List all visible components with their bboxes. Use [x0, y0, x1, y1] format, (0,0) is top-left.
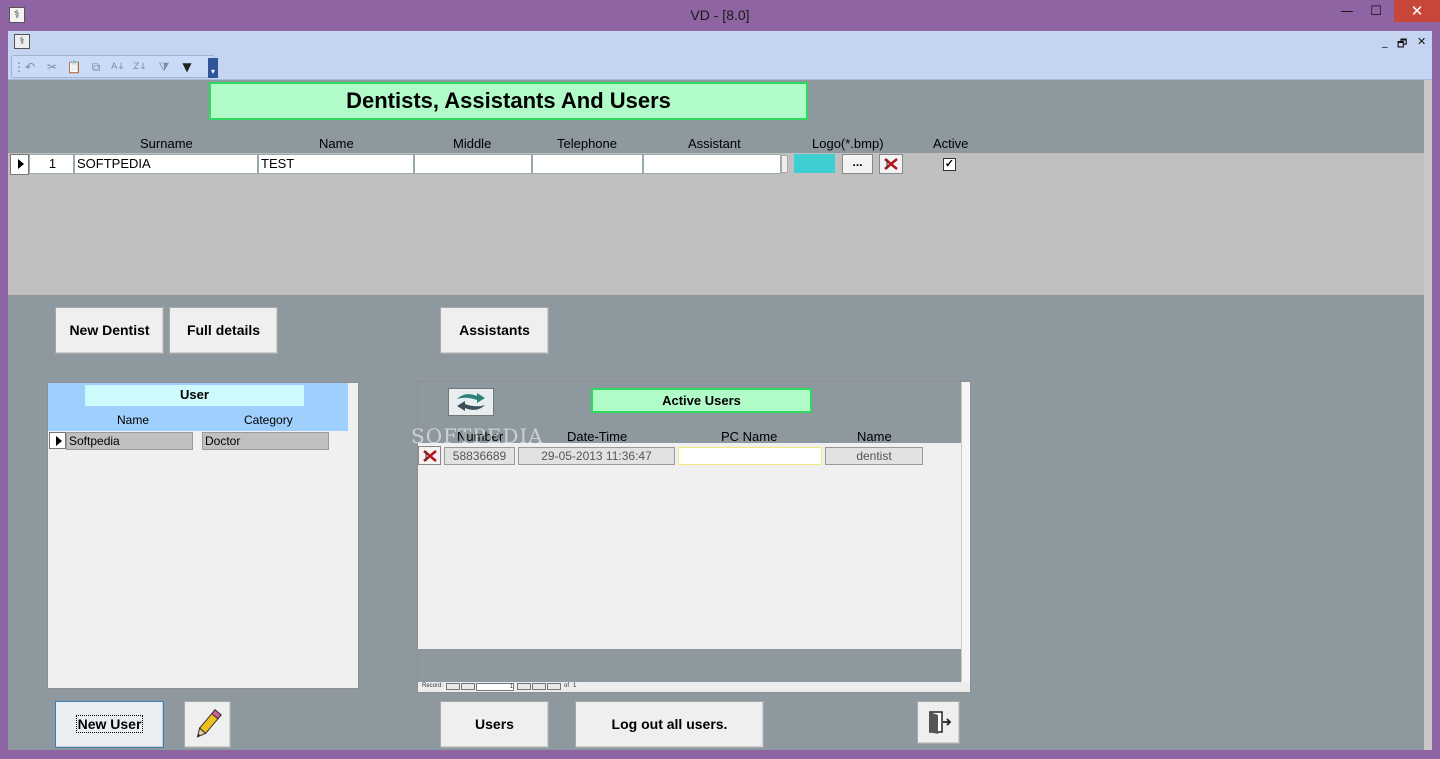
active-users-title: Active Users	[591, 388, 812, 413]
record-of-label: of	[564, 683, 570, 689]
user-column-category: Category	[244, 413, 293, 427]
column-header-telephone: Telephone	[557, 136, 617, 151]
pencil-icon	[196, 709, 222, 738]
new-dentist-button[interactable]: New Dentist	[55, 307, 164, 354]
user-row-selector[interactable]	[49, 432, 66, 449]
telephone-field[interactable]	[532, 154, 643, 174]
column-header-assistant: Assistant	[688, 136, 741, 151]
previous-record-button[interactable]	[461, 683, 475, 690]
user-column-name: Name	[117, 413, 150, 427]
refresh-icon	[457, 393, 485, 411]
mdi-minimize-button[interactable]: _	[1382, 35, 1388, 48]
assistants-button[interactable]: Assistants	[440, 307, 549, 354]
column-header-middle: Middle	[453, 136, 492, 151]
next-record-button[interactable]	[517, 683, 531, 690]
logo-browse-button[interactable]: ...	[842, 154, 873, 174]
surname-field[interactable]: SOFTPEDIA	[74, 154, 258, 174]
undo-icon[interactable]: ↶	[21, 59, 39, 75]
logo-preview	[794, 154, 835, 173]
window-title: VD - [8.0]	[690, 7, 750, 23]
paste-icon[interactable]: 📋	[65, 59, 83, 75]
active-users-scrollbar[interactable]	[961, 382, 970, 682]
filter-icon[interactable]: ▼	[178, 59, 196, 75]
copy-icon[interactable]: ⧉	[87, 59, 105, 75]
full-details-button[interactable]: Full details	[169, 307, 278, 354]
active-users-column-datetime: Date-Time	[567, 429, 628, 444]
logout-all-button[interactable]: Log out all users.	[575, 701, 764, 748]
user-subform-title: User	[85, 385, 304, 406]
window-bottom-border	[0, 750, 1440, 759]
column-header-active: Active	[933, 136, 969, 151]
filter-clear-icon[interactable]: ⧩	[155, 59, 173, 75]
last-record-button[interactable]	[532, 683, 546, 690]
record-navigator: Record: 1 of 1	[418, 682, 970, 692]
name-field[interactable]: TEST	[258, 154, 414, 174]
active-checkbox[interactable]: ✓	[943, 158, 956, 171]
form-title: Dentists, Assistants And Users	[209, 82, 808, 120]
current-record-field[interactable]: 1	[476, 683, 514, 691]
row-index: 1	[29, 154, 74, 174]
logo-clear-button[interactable]	[879, 154, 903, 174]
new-record-button[interactable]	[547, 683, 561, 690]
active-users-column-pcname: PC Name	[721, 429, 778, 444]
current-row-arrow-icon	[56, 436, 62, 446]
assistant-dropdown-scroll[interactable]	[781, 155, 788, 173]
user-name-cell[interactable]: Softpedia	[66, 432, 193, 450]
column-header-surname: Surname	[140, 136, 193, 151]
column-header-name: Name	[319, 136, 354, 151]
dentists-grid	[8, 153, 1424, 295]
user-category-cell[interactable]: Doctor	[202, 432, 329, 450]
mdi-restore-button[interactable]: 🗗	[1397, 35, 1407, 54]
edit-user-button[interactable]	[184, 701, 231, 748]
watermark: SOFTPEDIA	[411, 424, 544, 448]
row-selector[interactable]	[10, 154, 29, 175]
active-users-column-name: Name	[857, 429, 892, 444]
mdi-header: ⚕ _ 🗗 ✕ ⋮ ↶ ✂ 📋 ⧉ A↓ Z↓ ⧩ ▼ ▾	[8, 31, 1432, 80]
maximize-button[interactable]: ☐	[1362, 2, 1390, 22]
column-header-logo: Logo(*.bmp)	[812, 136, 884, 151]
new-user-button[interactable]: New User	[55, 701, 164, 748]
active-user-name: dentist	[825, 447, 923, 465]
active-user-datetime: 29-05-2013 11:36:47	[518, 447, 675, 465]
toolbar-overflow-button[interactable]: ▾	[208, 58, 218, 78]
minimize-button[interactable]: —	[1333, 2, 1361, 22]
current-row-arrow-icon	[18, 159, 24, 169]
cut-icon[interactable]: ✂	[43, 59, 61, 75]
refresh-button[interactable]	[448, 388, 494, 416]
toolbar-grip[interactable]: ⋮	[13, 59, 25, 75]
exit-door-icon	[929, 711, 952, 734]
child-window-icon[interactable]: ⚕	[14, 34, 30, 49]
form-right-border	[1424, 80, 1432, 750]
first-record-button[interactable]	[446, 683, 460, 690]
active-user-pcname	[678, 447, 822, 465]
record-total: 1	[573, 683, 577, 689]
users-button[interactable]: Users	[440, 701, 549, 748]
delete-x-icon	[884, 158, 898, 170]
active-users-footer	[418, 649, 961, 682]
new-user-label: New User	[75, 715, 144, 733]
remove-active-user-button[interactable]	[418, 446, 441, 465]
sort-descending-icon[interactable]: Z↓	[131, 59, 149, 75]
assistant-field[interactable]	[643, 154, 781, 174]
active-user-number: 58836689	[444, 447, 515, 465]
mdi-close-button[interactable]: ✕	[1417, 35, 1426, 48]
middle-field[interactable]	[414, 154, 532, 174]
close-button[interactable]: ✕	[1394, 0, 1440, 22]
record-label: Record:	[422, 683, 444, 689]
delete-x-icon	[422, 450, 437, 462]
quick-toolbar: ⋮ ↶ ✂ 📋 ⧉ A↓ Z↓ ⧩ ▼ ▾	[11, 55, 218, 78]
sort-ascending-icon[interactable]: A↓	[109, 59, 127, 75]
exit-button[interactable]	[917, 701, 960, 744]
